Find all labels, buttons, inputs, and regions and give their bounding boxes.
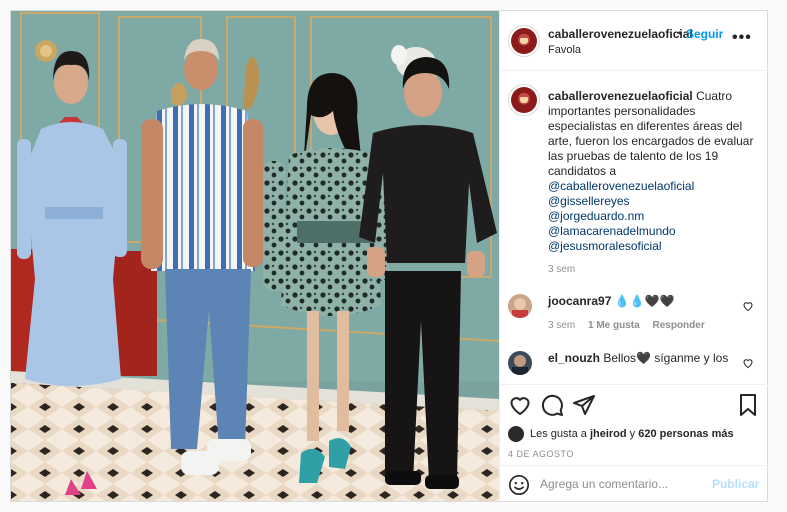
likes-text[interactable]: Les gusta a jheirod y 620 personas más <box>530 428 734 440</box>
location-link[interactable]: Favola <box>548 44 581 56</box>
caption-username[interactable]: caballerovenezuelaoficial <box>548 89 693 103</box>
commenter-avatar[interactable] <box>508 351 532 375</box>
emoji-smile-icon[interactable] <box>508 474 530 496</box>
post-header: caballerovenezuelaoficial • Seguir Favol… <box>500 11 768 71</box>
comment-text: el_nouzh Bellos🖤 síganme y los <box>548 351 738 366</box>
action-bar: Les gusta a jheirod y 620 personas más 4… <box>500 384 768 501</box>
comment-input[interactable] <box>540 474 700 494</box>
caballero-logo-icon <box>511 28 537 54</box>
publish-button[interactable]: Publicar <box>712 477 759 491</box>
mention-link[interactable]: @lamacarenadelmundo <box>548 224 758 239</box>
post-sidebar: caballerovenezuelaoficial • Seguir Favol… <box>499 11 768 501</box>
comment-body: Bellos🖤 síganme y los <box>603 351 729 365</box>
bookmark-save-icon[interactable] <box>736 393 760 417</box>
liker-username[interactable]: jheirod <box>590 428 627 440</box>
comment-username[interactable]: joocanra97 <box>548 294 611 308</box>
comments-list[interactable]: caballerovenezuelaoficial Cuatro importa… <box>500 72 768 384</box>
likes-connector: y <box>629 428 636 440</box>
post-photo[interactable] <box>11 11 499 501</box>
account-avatar[interactable] <box>508 25 540 57</box>
more-options-icon[interactable]: ••• <box>732 29 752 47</box>
reply-button[interactable]: Responder <box>652 320 704 331</box>
post-image <box>11 11 499 501</box>
comment-body: 💧💧🖤🖤 <box>614 294 675 308</box>
mention-link[interactable]: @caballerovenezuelaoficial <box>548 179 758 194</box>
follow-button[interactable]: Seguir <box>686 27 723 41</box>
share-send-icon[interactable] <box>572 393 596 417</box>
mention-link[interactable]: @jorgeduardo.nm <box>548 209 758 224</box>
comment-time[interactable]: 3 sem <box>548 320 575 331</box>
like-heart-icon[interactable] <box>508 393 532 417</box>
likes-prefix: Les gusta a <box>530 428 587 440</box>
caption-time[interactable]: 3 sem <box>548 262 758 277</box>
caption-avatar[interactable] <box>508 84 540 116</box>
commenter-avatar[interactable] <box>508 294 532 318</box>
add-comment-bar: Publicar <box>500 465 768 502</box>
separator-dot: • <box>678 26 683 40</box>
account-username[interactable]: caballerovenezuelaoficial <box>548 27 693 41</box>
comment-likes[interactable]: 1 Me gusta <box>588 320 640 331</box>
caballero-logo-icon <box>511 87 537 113</box>
comment-meta: 3 sem 1 Me gusta Responder <box>548 320 715 331</box>
mention-link[interactable]: @gissellereyes <box>548 194 758 209</box>
comment-bubble-icon[interactable] <box>540 393 564 417</box>
mention-link[interactable]: @jesusmoralesoficial <box>548 239 758 254</box>
like-comment-icon[interactable] <box>742 300 754 312</box>
post-caption: caballerovenezuelaoficial Cuatro importa… <box>548 89 758 277</box>
likes-count[interactable]: 620 personas más <box>638 428 733 440</box>
comment-username[interactable]: el_nouzh <box>548 351 600 365</box>
post-date[interactable]: 4 DE AGOSTO <box>508 449 574 459</box>
instagram-post: caballerovenezuelaoficial • Seguir Favol… <box>10 10 768 502</box>
comment-text: joocanra97 💧💧🖤🖤 <box>548 294 738 309</box>
liker-avatar[interactable] <box>508 426 524 442</box>
like-comment-icon[interactable] <box>742 357 754 369</box>
